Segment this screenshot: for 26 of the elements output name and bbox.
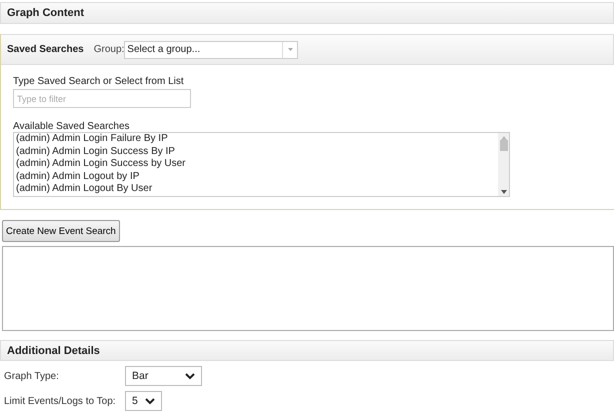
list-label: Available Saved Searches [13, 121, 131, 132]
field-label: Graph Type: [4, 370, 60, 382]
list-item[interactable]: (admin) Admin Login Success by User [16, 158, 498, 171]
scrollbar[interactable] [498, 133, 509, 196]
scroll-thumb[interactable] [500, 140, 508, 151]
filter-field[interactable]: Type to filter [13, 89, 191, 108]
select-dropdown[interactable]: Bar [125, 366, 202, 386]
filter-label: Type Saved Search or Select from List [13, 76, 185, 87]
section-header: Additional Details [0, 340, 614, 361]
panel-title: Saved Searches [7, 44, 84, 55]
section-header: Graph Content [0, 2, 614, 24]
group-dropdown[interactable]: Select a group... [124, 40, 298, 58]
field-label: Limit Events/Logs to Top: [4, 396, 117, 406]
scroll-down-icon[interactable] [500, 190, 506, 194]
text-area[interactable] [2, 246, 614, 331]
select-dropdown[interactable]: 5 [125, 391, 162, 411]
caret-icon [288, 48, 293, 51]
list-item[interactable]: (admin) Admin Login Failure By IP [16, 133, 498, 146]
list-item[interactable]: (admin) Admin Logout by IP [16, 170, 498, 184]
group-label: Group: [94, 44, 124, 55]
saved-search-list[interactable]: (admin) Admin Login Failure By IP (admin) Admin Login Success By IP (admin) Admin Login Success by User (admin) Admin Logout by IP (admin) Admin Logout By User [13, 132, 510, 197]
list-item[interactable]: (admin) Admin Logout By User [16, 183, 498, 196]
list-item[interactable]: (admin) Admin Login Success By IP [16, 146, 498, 158]
create-search-button[interactable]: Create New Event Search [2, 220, 120, 242]
chevron-icon [185, 372, 195, 380]
chevron-icon [145, 398, 155, 404]
